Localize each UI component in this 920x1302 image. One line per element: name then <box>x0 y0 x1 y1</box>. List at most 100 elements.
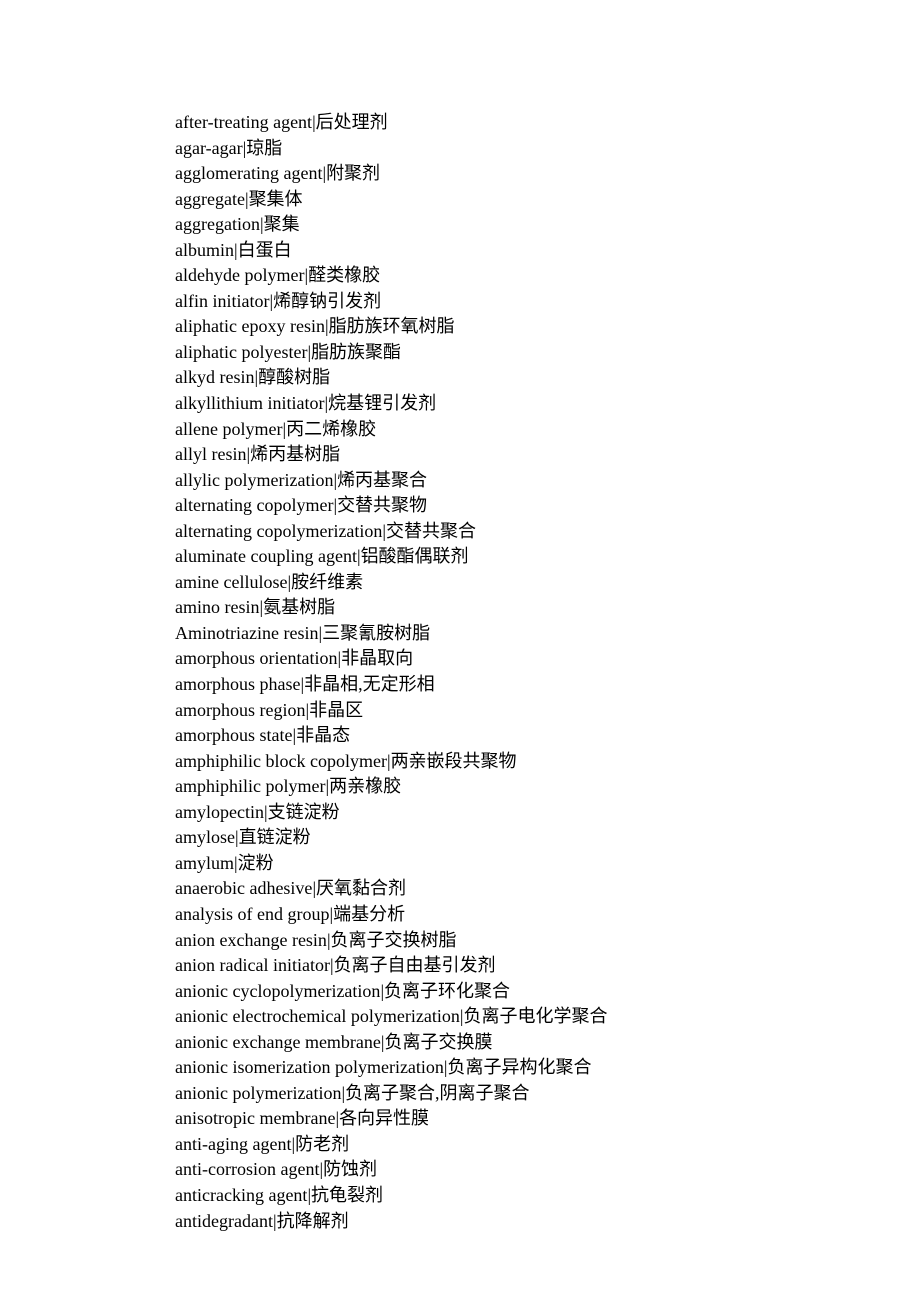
term-line: allyl resin|烯丙基树脂 <box>175 442 920 468</box>
term-line: alfin initiator|烯醇钠引发剂 <box>175 289 920 315</box>
terminology-list: after-treating agent|后处理剂agar-agar|琼脂agg… <box>175 110 920 1234</box>
term-chinese: 两亲橡胶 <box>329 776 401 796</box>
term-line: alkyllithium initiator|烷基锂引发剂 <box>175 391 920 417</box>
term-english: amphiphilic polymer <box>175 776 325 796</box>
term-english: allene polymer <box>175 419 282 439</box>
term-chinese: 铝酸酯偶联剂 <box>361 546 469 566</box>
term-line: aluminate coupling agent|铝酸酯偶联剂 <box>175 544 920 570</box>
term-line: aggregation|聚集 <box>175 212 920 238</box>
term-english: anaerobic adhesive <box>175 878 312 898</box>
term-chinese: 负离子聚合,阴离子聚合 <box>345 1083 530 1103</box>
term-line: amorphous state|非晶态 <box>175 723 920 749</box>
term-chinese: 交替共聚合 <box>386 521 476 541</box>
term-chinese: 烯丙基树脂 <box>250 444 340 464</box>
term-chinese: 脂肪族聚酯 <box>311 342 401 362</box>
term-chinese: 三聚氰胺树脂 <box>322 623 430 643</box>
term-english: amorphous state <box>175 725 292 745</box>
term-line: agglomerating agent|附聚剂 <box>175 161 920 187</box>
term-english: analysis of end group <box>175 904 329 924</box>
term-line: antidegradant|抗降解剂 <box>175 1209 920 1235</box>
term-chinese: 防老剂 <box>295 1134 349 1154</box>
term-chinese: 烯醇钠引发剂 <box>273 291 381 311</box>
term-line: amphiphilic polymer|两亲橡胶 <box>175 774 920 800</box>
term-chinese: 直链淀粉 <box>239 827 311 847</box>
term-line: amylose|直链淀粉 <box>175 825 920 851</box>
term-line: anion radical initiator|负离子自由基引发剂 <box>175 953 920 979</box>
term-chinese: 非晶取向 <box>341 648 413 668</box>
term-chinese: 负离子环化聚合 <box>384 981 510 1001</box>
term-chinese: 脂肪族环氧树脂 <box>329 316 455 336</box>
term-line: anion exchange resin|负离子交换树脂 <box>175 928 920 954</box>
term-chinese: 负离子异构化聚合 <box>448 1057 592 1077</box>
term-line: allylic polymerization|烯丙基聚合 <box>175 468 920 494</box>
term-line: alkyd resin|醇酸树脂 <box>175 365 920 391</box>
term-chinese: 胺纤维素 <box>291 572 363 592</box>
term-chinese: 非晶相,无定形相 <box>304 674 435 694</box>
term-chinese: 防蚀剂 <box>323 1159 377 1179</box>
term-english: aldehyde polymer <box>175 265 304 285</box>
term-english: amino resin <box>175 597 259 617</box>
term-line: alternating copolymerization|交替共聚合 <box>175 519 920 545</box>
term-chinese: 烯丙基聚合 <box>337 470 427 490</box>
term-english: allylic polymerization <box>175 470 333 490</box>
term-english: alternating copolymer <box>175 495 333 515</box>
term-english: allyl resin <box>175 444 246 464</box>
term-line: amine cellulose|胺纤维素 <box>175 570 920 596</box>
term-english: amine cellulose <box>175 572 287 592</box>
term-english: anionic cyclopolymerization <box>175 981 380 1001</box>
term-english: agglomerating agent <box>175 163 322 183</box>
term-line: anti-aging agent|防老剂 <box>175 1132 920 1158</box>
term-line: aldehyde polymer|醛类橡胶 <box>175 263 920 289</box>
term-chinese: 聚集体 <box>249 189 303 209</box>
term-chinese: 后处理剂 <box>316 112 388 132</box>
term-english: alkyllithium initiator <box>175 393 324 413</box>
term-line: albumin|白蛋白 <box>175 238 920 264</box>
term-english: agar-agar <box>175 138 243 158</box>
term-chinese: 两亲嵌段共聚物 <box>391 751 517 771</box>
term-english: anion radical initiator <box>175 955 330 975</box>
term-english: anti-corrosion agent <box>175 1159 319 1179</box>
term-line: amorphous region|非晶区 <box>175 698 920 724</box>
term-english: aliphatic polyester <box>175 342 307 362</box>
term-chinese: 负离子电化学聚合 <box>463 1006 607 1026</box>
term-line: anionic polymerization|负离子聚合,阴离子聚合 <box>175 1081 920 1107</box>
term-line: aliphatic epoxy resin|脂肪族环氧树脂 <box>175 314 920 340</box>
term-english: anionic electrochemical polymerization <box>175 1006 460 1026</box>
term-line: analysis of end group|端基分析 <box>175 902 920 928</box>
term-english: Aminotriazine resin <box>175 623 318 643</box>
term-english: amylopectin <box>175 802 264 822</box>
term-english: aliphatic epoxy resin <box>175 316 325 336</box>
term-english: alfin initiator <box>175 291 269 311</box>
term-line: amphiphilic block copolymer|两亲嵌段共聚物 <box>175 749 920 775</box>
term-line: allene polymer|丙二烯橡胶 <box>175 417 920 443</box>
term-english: anti-aging agent <box>175 1134 291 1154</box>
term-chinese: 各向异性膜 <box>339 1108 429 1128</box>
term-english: anion exchange resin <box>175 930 327 950</box>
term-english: anionic exchange membrane <box>175 1032 381 1052</box>
term-line: after-treating agent|后处理剂 <box>175 110 920 136</box>
term-chinese: 醇酸树脂 <box>258 367 330 387</box>
term-line: anionic isomerization polymerization|负离子… <box>175 1055 920 1081</box>
term-line: alternating copolymer|交替共聚物 <box>175 493 920 519</box>
term-chinese: 非晶区 <box>309 700 363 720</box>
term-english: after-treating agent <box>175 112 312 132</box>
term-chinese: 琼脂 <box>246 138 282 158</box>
term-english: alternating copolymerization <box>175 521 382 541</box>
term-chinese: 聚集 <box>264 214 300 234</box>
term-line: anti-corrosion agent|防蚀剂 <box>175 1157 920 1183</box>
term-english: amorphous phase <box>175 674 300 694</box>
term-english: alkyd resin <box>175 367 254 387</box>
term-line: amylopectin|支链淀粉 <box>175 800 920 826</box>
term-line: anaerobic adhesive|厌氧黏合剂 <box>175 876 920 902</box>
term-english: albumin <box>175 240 234 260</box>
term-chinese: 非晶态 <box>296 725 350 745</box>
term-english: aggregate <box>175 189 245 209</box>
term-line: anisotropic membrane|各向异性膜 <box>175 1106 920 1132</box>
term-line: anticracking agent|抗龟裂剂 <box>175 1183 920 1209</box>
term-english: amorphous region <box>175 700 305 720</box>
term-english: anionic isomerization polymerization <box>175 1057 444 1077</box>
term-chinese: 交替共聚物 <box>337 495 427 515</box>
term-line: agar-agar|琼脂 <box>175 136 920 162</box>
term-english: amylose <box>175 827 235 847</box>
term-line: aliphatic polyester|脂肪族聚酯 <box>175 340 920 366</box>
